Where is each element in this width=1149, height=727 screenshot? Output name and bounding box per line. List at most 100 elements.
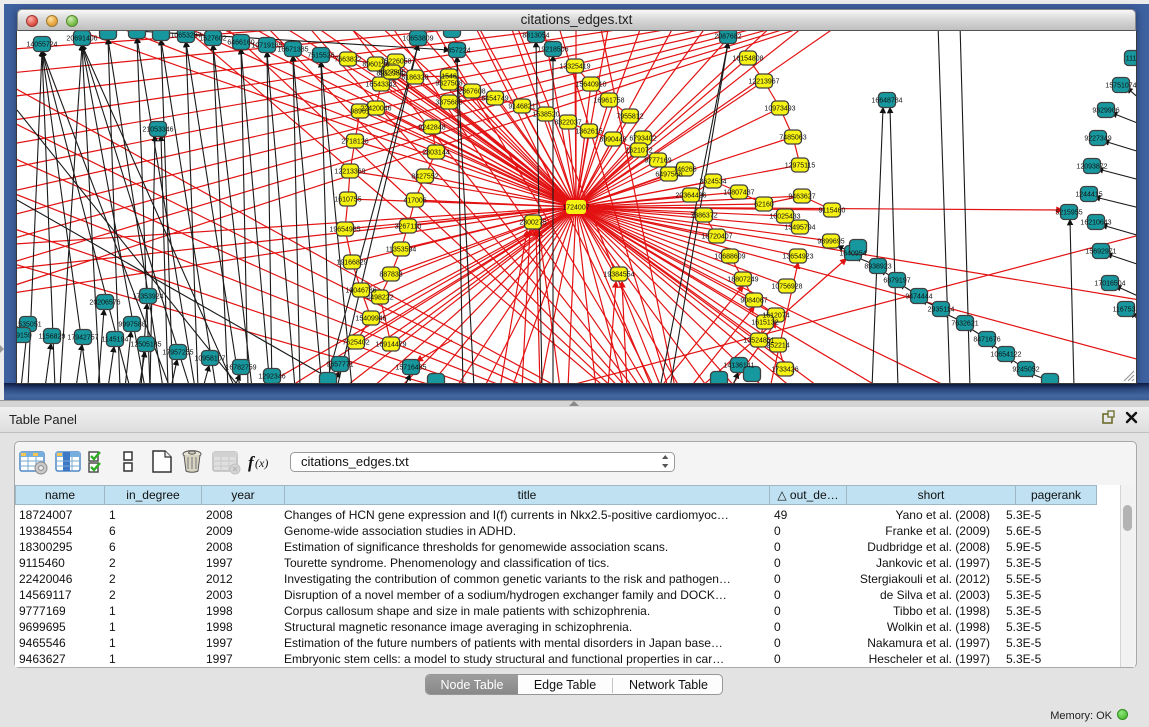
svg-text:1724007: 1724007 bbox=[562, 205, 589, 212]
svg-text:10653287: 10653287 bbox=[170, 33, 201, 40]
svg-text:15409946: 15409946 bbox=[355, 316, 386, 323]
svg-text:8471676: 8471676 bbox=[973, 337, 1000, 344]
svg-text:1621072: 1621072 bbox=[625, 148, 652, 155]
svg-text:17353924: 17353924 bbox=[132, 294, 163, 301]
svg-text:6793402: 6793402 bbox=[629, 136, 656, 143]
svg-text:10046786: 10046786 bbox=[345, 288, 376, 295]
svg-text:13325419: 13325419 bbox=[559, 64, 590, 71]
svg-text:5215955: 5215955 bbox=[1055, 210, 1082, 217]
svg-text:18720407: 18720407 bbox=[701, 234, 732, 241]
svg-text:9115460: 9115460 bbox=[819, 208, 846, 215]
svg-text:10958107: 10958107 bbox=[194, 356, 225, 363]
svg-text:7386372: 7386372 bbox=[690, 213, 717, 220]
svg-text:8186328: 8186328 bbox=[401, 75, 428, 82]
svg-text:3375685: 3375685 bbox=[435, 100, 462, 107]
svg-text:1117: 1117 bbox=[1126, 56, 1136, 63]
svg-text:8813054: 8813054 bbox=[522, 33, 549, 40]
svg-text:12505185: 12505185 bbox=[130, 342, 161, 349]
svg-text:3624534: 3624534 bbox=[699, 179, 726, 186]
svg-text:9329906: 9329906 bbox=[1092, 108, 1119, 115]
svg-text:10807487: 10807487 bbox=[723, 190, 754, 197]
svg-text:2718126: 2718126 bbox=[341, 139, 368, 146]
svg-text:7663822: 7663822 bbox=[334, 57, 361, 64]
svg-text:19218506: 19218506 bbox=[537, 47, 568, 54]
svg-text:11353594: 11353594 bbox=[386, 247, 417, 254]
svg-text:1362615: 1362615 bbox=[575, 129, 602, 136]
svg-text:98961: 98961 bbox=[350, 109, 370, 116]
svg-text:1535051: 1535051 bbox=[17, 322, 42, 329]
svg-text:17957255: 17957255 bbox=[162, 350, 193, 357]
svg-text:citations_edges.txt: citations_edges.txt bbox=[301, 454, 409, 469]
svg-text:20206576: 20206576 bbox=[89, 300, 120, 307]
svg-text:9084067: 9084067 bbox=[740, 298, 767, 305]
svg-text:2087682: 2087682 bbox=[714, 34, 741, 41]
svg-text:13654923: 13654923 bbox=[782, 254, 813, 261]
svg-text:15751074: 15751074 bbox=[1105, 83, 1136, 90]
svg-text:887833: 887833 bbox=[379, 272, 402, 279]
svg-text:9242848: 9242848 bbox=[418, 125, 445, 132]
svg-text:10025433: 10025433 bbox=[769, 214, 800, 221]
svg-text:10688609: 10688609 bbox=[714, 254, 745, 261]
svg-text:1527602: 1527602 bbox=[199, 36, 226, 43]
svg-text:1167533: 1167533 bbox=[1113, 307, 1136, 314]
svg-text:1244415: 1244415 bbox=[1075, 192, 1102, 199]
svg-text:16671385: 16671385 bbox=[277, 47, 308, 54]
svg-text:1733426: 1733426 bbox=[771, 367, 798, 374]
svg-text:1612074: 1612074 bbox=[762, 313, 789, 320]
svg-text:7632621: 7632621 bbox=[951, 321, 978, 328]
svg-text:15640910: 15640910 bbox=[575, 82, 606, 89]
svg-text:1640954: 1640954 bbox=[839, 251, 866, 258]
svg-text:16648784: 16648784 bbox=[871, 98, 902, 105]
svg-text:12975115: 12975115 bbox=[785, 163, 816, 170]
svg-text:20691406: 20691406 bbox=[66, 36, 97, 43]
svg-text:8990448: 8990448 bbox=[599, 137, 626, 144]
svg-text:9463627: 9463627 bbox=[788, 194, 815, 201]
svg-text:16961758: 16961758 bbox=[593, 98, 624, 105]
svg-text:39159: 39159 bbox=[17, 333, 32, 340]
svg-text:15716485: 15716485 bbox=[395, 365, 426, 372]
svg-text:16543342: 16543342 bbox=[365, 82, 396, 89]
svg-text:1610755: 1610755 bbox=[334, 197, 361, 204]
svg-text:10653809: 10653809 bbox=[402, 36, 433, 43]
svg-text:9227349: 9227349 bbox=[1084, 136, 1111, 143]
svg-text:9997588: 9997588 bbox=[118, 322, 145, 329]
svg-text:9146821: 9146821 bbox=[508, 104, 535, 111]
svg-text:20364436: 20364436 bbox=[675, 193, 706, 200]
svg-text:1546: 1546 bbox=[441, 74, 457, 81]
svg-text:(x): (x) bbox=[255, 456, 268, 470]
svg-text:19166829: 19166829 bbox=[336, 260, 367, 267]
svg-text:1538520: 1538520 bbox=[532, 112, 559, 119]
svg-text:9899695: 9899695 bbox=[817, 239, 844, 246]
svg-text:9474444: 9474444 bbox=[905, 294, 932, 301]
svg-text:8427552: 8427552 bbox=[411, 174, 438, 181]
svg-text:19384554: 19384554 bbox=[603, 272, 634, 279]
svg-text:2803144: 2803144 bbox=[422, 150, 449, 157]
svg-text:4498222: 4498222 bbox=[366, 295, 393, 302]
svg-text:1292346: 1292346 bbox=[258, 374, 285, 381]
svg-text:16154808: 16154808 bbox=[732, 56, 763, 63]
svg-text:2300275: 2300275 bbox=[519, 220, 546, 227]
svg-text:252214: 252214 bbox=[766, 343, 789, 350]
svg-text:13495794: 13495794 bbox=[784, 225, 815, 232]
svg-text:9657771: 9657771 bbox=[326, 362, 353, 369]
svg-text:15226058: 15226058 bbox=[380, 59, 411, 66]
svg-text:9777169: 9777169 bbox=[644, 158, 671, 165]
svg-text:15692971: 15692971 bbox=[1085, 249, 1116, 256]
svg-text:7357224: 7357224 bbox=[443, 48, 470, 55]
svg-text:9245052: 9245052 bbox=[1012, 367, 1039, 374]
svg-text:16210643: 16210643 bbox=[1080, 220, 1111, 227]
svg-text:1615132: 1615132 bbox=[751, 320, 778, 327]
svg-text:62160: 62160 bbox=[754, 202, 774, 209]
svg-text:417006: 417006 bbox=[403, 198, 426, 205]
svg-text:7515526: 7515526 bbox=[307, 53, 334, 60]
svg-text:12213369: 12213369 bbox=[334, 169, 365, 176]
svg-text:8322037: 8322037 bbox=[554, 120, 581, 127]
svg-text:6879197: 6879197 bbox=[883, 278, 910, 285]
svg-text:19654985: 19654985 bbox=[329, 227, 360, 234]
svg-text:17942757: 17942757 bbox=[67, 335, 98, 342]
svg-text:1145194: 1145194 bbox=[102, 337, 129, 344]
svg-text:16782759: 16782759 bbox=[225, 365, 256, 372]
svg-text:2867608: 2867608 bbox=[458, 89, 485, 96]
svg-text:7625402: 7625402 bbox=[342, 340, 369, 347]
svg-text:10654122: 10654122 bbox=[990, 352, 1021, 359]
